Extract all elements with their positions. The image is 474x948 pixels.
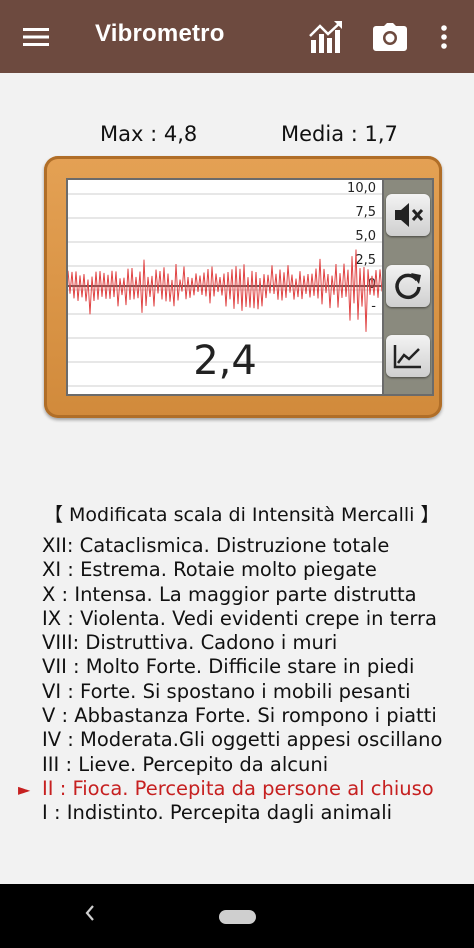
- camera-icon[interactable]: [370, 20, 410, 54]
- axis-label: 5,0: [355, 229, 376, 244]
- axis-label: 10,0: [347, 181, 376, 196]
- vibration-signal: [68, 249, 382, 332]
- active-level-marker-icon: ►: [18, 780, 31, 799]
- chart-button[interactable]: [386, 335, 430, 377]
- current-reading: 2,4: [193, 338, 257, 384]
- app-bar: Vibrometro: [0, 0, 474, 73]
- scale-item: X : Intensa. La maggior parte distrutta: [42, 582, 417, 606]
- scale-item: XII: Cataclismica. Distruzione totale: [42, 534, 390, 557]
- scale-item: VIII: Distruttiva. Cadono i muri: [42, 631, 338, 655]
- scale-item: V : Abbastanza Forte. Si rompono i piatt…: [42, 704, 437, 728]
- menu-icon[interactable]: [20, 22, 52, 52]
- scale-item: IX : Violenta. Vedi evidenti crepe in te…: [42, 606, 438, 630]
- back-icon[interactable]: [84, 904, 96, 926]
- scale-item: XI : Estrema. Rotaie molto piegate: [42, 558, 377, 582]
- scale-item: III : Lieve. Percepito da alcuni: [42, 752, 329, 776]
- axis-label: 2,5: [355, 253, 376, 268]
- speaker-mute-icon: [395, 203, 424, 227]
- chart-icon: [393, 345, 421, 369]
- mercalli-scale-list: XII: Cataclismica. Distruzione totale XI …: [42, 534, 472, 826]
- axis-label: -: [371, 299, 376, 314]
- trend-chart-icon[interactable]: [306, 18, 346, 56]
- mute-button[interactable]: [386, 194, 430, 236]
- refresh-icon: [395, 273, 421, 300]
- scale-item: VI : Forte. Si spostano i mobili pesanti: [42, 679, 411, 703]
- app-title: Vibrometro: [95, 20, 225, 47]
- scale-item: I : Indistinto. Percepita dagli animali: [42, 801, 393, 825]
- home-pill[interactable]: [219, 910, 256, 924]
- scale-item: II : Fioca. Percepita da persone al chiu…: [42, 776, 434, 800]
- seismograph-display: 10,0 7,5 5,0 2,5 0- 2,4: [66, 178, 384, 396]
- axis-label: 7,5: [355, 205, 376, 220]
- system-navigation-bar: [0, 884, 474, 948]
- scale-item: VII : Molto Forte. Difficile stare in pi…: [42, 655, 415, 679]
- max-value: Max : 4,8: [100, 122, 198, 146]
- scale-title: 【 Modificata scala di Intensità Mercalli…: [44, 504, 440, 526]
- average-value: Media : 1,7: [281, 122, 398, 146]
- reset-button[interactable]: [386, 265, 430, 307]
- scale-item: IV : Moderata.Gli oggetti appesi oscilla…: [42, 728, 443, 752]
- more-options-icon[interactable]: [434, 22, 454, 52]
